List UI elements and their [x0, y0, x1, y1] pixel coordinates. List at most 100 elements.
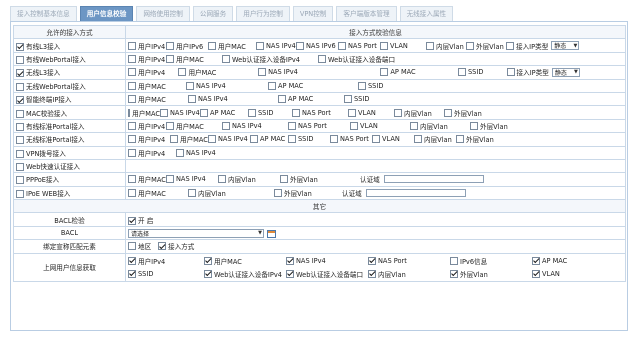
verify-checkbox[interactable]	[268, 81, 276, 90]
fetch-checkbox[interactable]	[368, 256, 376, 265]
tab-1[interactable]: 用户信息校验	[79, 6, 134, 21]
verify-checkbox[interactable]	[456, 135, 464, 144]
verify-checkbox[interactable]	[330, 135, 338, 144]
tab-7[interactable]: 无线接入属性	[399, 6, 454, 21]
verify-checkbox[interactable]	[470, 121, 478, 130]
access-method-checkbox[interactable]	[16, 42, 24, 51]
fetch-checkbox[interactable]	[450, 256, 458, 265]
verify-checkbox[interactable]	[186, 81, 194, 90]
verify-checkbox[interactable]	[280, 175, 288, 184]
access-method-checkbox[interactable]	[16, 109, 24, 118]
verify-checkbox[interactable]	[128, 95, 136, 104]
verify-checkbox[interactable]	[274, 188, 282, 197]
verify-checkbox[interactable]	[166, 175, 174, 184]
verify-checkbox[interactable]	[208, 41, 216, 50]
bacl-check-checkbox[interactable]	[128, 216, 136, 225]
calendar-icon[interactable]	[267, 229, 276, 238]
access-method-checkbox[interactable]	[16, 163, 24, 172]
verify-checkbox[interactable]	[296, 41, 304, 50]
verify-checkbox[interactable]	[128, 135, 136, 144]
verify-checkbox[interactable]	[288, 121, 296, 130]
access-method-checkbox[interactable]	[16, 55, 24, 64]
tab-5[interactable]: VPN控制	[292, 6, 334, 21]
verify-checkbox[interactable]	[348, 108, 356, 117]
domain-input[interactable]	[365, 188, 466, 197]
verify-checkbox[interactable]	[288, 135, 296, 144]
verify-checkbox[interactable]	[200, 108, 208, 117]
verify-checkbox[interactable]	[248, 108, 256, 117]
bind-checkbox[interactable]	[158, 242, 166, 251]
verify-checkbox[interactable]	[128, 188, 136, 197]
fetch-checkbox[interactable]	[286, 269, 294, 278]
verify-checkbox[interactable]	[372, 135, 380, 144]
verify-checkbox[interactable]	[222, 54, 230, 63]
verify-checkbox[interactable]	[166, 121, 174, 130]
verify-checkbox[interactable]	[188, 188, 196, 197]
verify-checkbox[interactable]	[166, 54, 174, 63]
domain-input[interactable]	[383, 175, 484, 184]
verify-checkbox[interactable]	[218, 175, 226, 184]
verify-checkbox[interactable]	[506, 68, 515, 77]
verify-checkbox[interactable]	[344, 95, 352, 104]
verify-checkbox[interactable]	[128, 148, 136, 157]
fetch-checkbox[interactable]	[532, 256, 540, 265]
verify-checkbox[interactable]	[128, 41, 136, 50]
tab-0[interactable]: 接入控制基本信息	[10, 6, 77, 21]
tab-3[interactable]: 公网服务	[192, 6, 234, 21]
tab-2[interactable]: 网络使用控制	[136, 6, 190, 21]
access-method-checkbox[interactable]	[16, 96, 24, 105]
verify-checkbox[interactable]	[358, 81, 366, 90]
fetch-checkbox[interactable]	[286, 256, 294, 265]
fetch-checkbox[interactable]	[204, 256, 212, 265]
fetch-checkbox[interactable]	[450, 269, 458, 278]
verify-checkbox[interactable]	[318, 54, 326, 63]
verify-checkbox[interactable]	[188, 95, 196, 104]
verify-checkbox[interactable]	[414, 135, 422, 144]
access-method-checkbox[interactable]	[16, 69, 24, 78]
verify-checkbox[interactable]	[338, 41, 346, 50]
fetch-checkbox[interactable]	[204, 269, 212, 278]
verify-checkbox[interactable]	[292, 108, 300, 117]
verify-checkbox[interactable]	[380, 41, 388, 50]
ip-type-select[interactable]: 静态 ▼	[551, 41, 580, 51]
verify-checkbox[interactable]	[410, 121, 418, 130]
bacl-select[interactable]: 请选择 ▼	[128, 228, 264, 238]
verify-checkbox[interactable]	[128, 108, 131, 117]
verify-checkbox[interactable]	[258, 68, 267, 77]
verify-checkbox[interactable]	[444, 108, 452, 117]
fetch-checkbox[interactable]	[128, 269, 136, 278]
verify-checkbox[interactable]	[458, 68, 466, 77]
access-method-checkbox[interactable]	[16, 122, 24, 131]
verify-checkbox[interactable]	[176, 148, 184, 157]
verify-checkbox[interactable]	[208, 135, 216, 144]
verify-checkbox[interactable]	[394, 108, 402, 117]
bind-checkbox[interactable]	[128, 242, 136, 251]
verify-checkbox[interactable]	[160, 108, 168, 117]
verify-checkbox[interactable]	[466, 41, 474, 50]
fetch-checkbox[interactable]	[532, 269, 540, 278]
verify-checkbox[interactable]	[380, 68, 389, 77]
fetch-checkbox[interactable]	[128, 256, 136, 265]
ip-type-select[interactable]: 静态 ▼	[551, 67, 580, 77]
verify-checkbox[interactable]	[170, 135, 178, 144]
verify-checkbox[interactable]	[426, 41, 434, 50]
verify-checkbox[interactable]	[128, 81, 136, 90]
access-method-checkbox[interactable]	[16, 136, 24, 145]
verify-checkbox[interactable]	[350, 121, 358, 130]
verify-checkbox[interactable]	[128, 175, 136, 184]
access-method-checkbox[interactable]	[16, 149, 24, 158]
verify-checkbox[interactable]	[256, 41, 264, 50]
verify-checkbox[interactable]	[278, 95, 286, 104]
access-method-checkbox[interactable]	[16, 189, 24, 198]
fetch-checkbox[interactable]	[368, 269, 376, 278]
verify-checkbox[interactable]	[128, 54, 136, 63]
verify-checkbox[interactable]	[222, 121, 230, 130]
tab-6[interactable]: 客户端版本管理	[336, 6, 397, 21]
access-method-checkbox[interactable]	[16, 82, 24, 91]
verify-checkbox[interactable]	[506, 41, 514, 50]
verify-checkbox[interactable]	[128, 121, 136, 130]
verify-checkbox[interactable]	[128, 68, 136, 77]
verify-checkbox[interactable]	[166, 41, 174, 50]
verify-checkbox[interactable]	[250, 135, 258, 144]
access-method-checkbox[interactable]	[16, 176, 24, 185]
